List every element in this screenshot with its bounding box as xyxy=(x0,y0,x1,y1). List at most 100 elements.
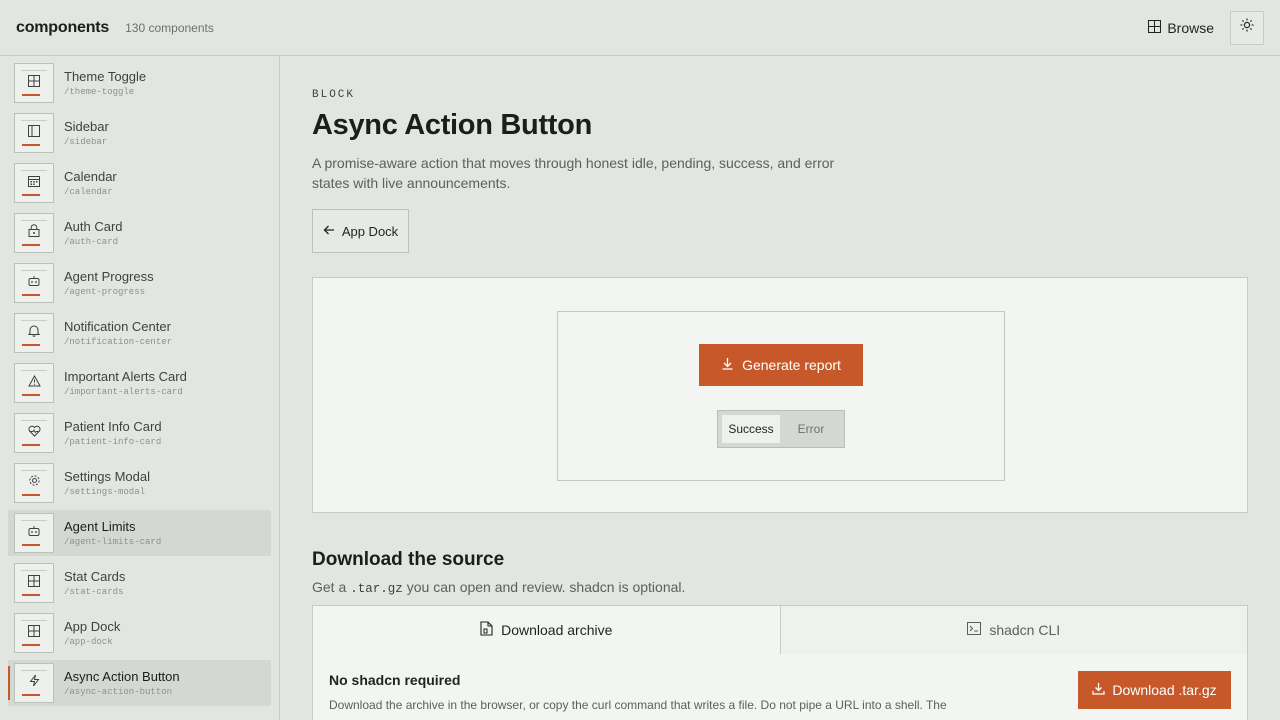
sidebar-item-slug: /agent-progress xyxy=(64,287,146,297)
terminal-icon xyxy=(967,622,982,638)
app-header: components 130 components Browse xyxy=(0,0,1280,56)
download-panel: No shadcn required Download the archive … xyxy=(312,654,1248,720)
download-tabs: Download archive shadcn CLI xyxy=(312,605,1248,655)
sidebar-item-thumbnail xyxy=(14,613,54,653)
sidebar-item-title: App Dock xyxy=(64,619,121,634)
sidebar-item-patient-info-card[interactable]: Patient Info Card/patient-info-card xyxy=(8,410,271,456)
sidebar-item-slug: /settings-modal xyxy=(64,487,146,497)
grid-icon xyxy=(28,74,40,92)
alert-triangle-icon xyxy=(27,374,41,392)
preview-canvas: Generate report Success Error xyxy=(312,277,1248,513)
download-tarball-label: Download .tar.gz xyxy=(1112,682,1217,698)
grid-icon xyxy=(28,624,40,642)
file-archive-icon xyxy=(480,621,493,639)
sidebar-item-title: Agent Limits xyxy=(64,519,136,534)
sidebar-item-slug: /notification-center xyxy=(64,337,173,347)
sidebar-item-slug: /patient-info-card xyxy=(64,437,162,447)
sidebar-item-thumbnail xyxy=(14,563,54,603)
theme-toggle-button[interactable] xyxy=(1230,10,1264,45)
tab-download-archive-label: Download archive xyxy=(501,622,613,638)
back-button[interactable]: App Dock xyxy=(312,209,409,253)
sidebar-item-thumbnail xyxy=(14,463,54,503)
tab-shadcn-cli-label: shadcn CLI xyxy=(989,622,1061,638)
sidebar-item-title: Calendar xyxy=(64,169,117,184)
sidebar-item-theme-toggle[interactable]: Theme Toggle/theme-toggle xyxy=(8,60,271,106)
sidebar-item-notification-center[interactable]: Notification Center/notification-center xyxy=(8,310,271,356)
grid-icon xyxy=(1148,19,1162,36)
sidebar-item-calendar[interactable]: Calendar/calendar xyxy=(8,160,271,206)
page-description: A promise-aware action that moves throug… xyxy=(312,155,835,191)
download-section-subtitle: Get a .tar.gz you can open and review. s… xyxy=(312,579,685,596)
sidebar-item-slug: /agent-limits-card xyxy=(64,537,162,547)
bot-icon xyxy=(28,524,40,542)
panel-left-icon xyxy=(28,124,40,142)
sidebar-item-slug: /important-alerts-card xyxy=(64,387,183,397)
subtitle-code: .tar.gz xyxy=(350,582,403,596)
sidebar-item-auth-card[interactable]: Auth Card/auth-card xyxy=(8,210,271,256)
preview-frame: Generate report Success Error xyxy=(557,311,1005,481)
page-eyebrow: BLOCK xyxy=(312,89,356,101)
sidebar-item-slug: /calendar xyxy=(64,187,113,197)
sidebar-item-thumbnail xyxy=(14,513,54,553)
sidebar-item-title: Agent Progress xyxy=(64,269,154,284)
heart-pulse-icon xyxy=(27,424,41,442)
sidebar-item-sidebar[interactable]: Sidebar/sidebar xyxy=(8,110,271,156)
sidebar-item-agent-limits-card[interactable]: Agent Limits/agent-limits-card xyxy=(8,510,271,556)
download-tarball-button[interactable]: Download .tar.gz xyxy=(1078,671,1231,709)
back-label: App Dock xyxy=(341,223,399,239)
tab-shadcn-cli[interactable]: shadcn CLI xyxy=(781,606,1248,654)
sidebar-item-slug: /auth-card xyxy=(64,237,119,247)
arrow-left-icon xyxy=(323,224,335,239)
outcome-segmented-control: Success Error xyxy=(717,410,845,448)
sidebar-item-title: Patient Info Card xyxy=(64,419,162,434)
sidebar-item-agent-progress[interactable]: Agent Progress/agent-progress xyxy=(8,260,271,306)
sidebar-item-slug: /theme-toggle xyxy=(64,87,135,97)
sidebar-item-title: Auth Card xyxy=(64,219,123,234)
sidebar-item-app-dock[interactable]: App Dock/app-dock xyxy=(8,610,271,656)
sidebar-item-thumbnail xyxy=(14,263,54,303)
bot-icon xyxy=(28,274,40,292)
generate-report-label: Generate report xyxy=(742,357,841,373)
grid-icon xyxy=(28,574,40,592)
sidebar-item-settings-modal[interactable]: Settings Modal/settings-modal xyxy=(8,460,271,506)
calendar-icon xyxy=(28,174,40,192)
tab-download-archive[interactable]: Download archive xyxy=(313,606,781,654)
sidebar-item-important-alerts-card[interactable]: Important Alerts Card/important-alerts-c… xyxy=(8,360,271,406)
sidebar-item-thumbnail xyxy=(14,63,54,103)
sidebar-item-stat-cards[interactable]: Stat Cards/stat-cards xyxy=(8,560,271,606)
generate-report-button[interactable]: Generate report xyxy=(699,344,863,386)
sidebar-item-thumbnail xyxy=(14,163,54,203)
sidebar: Theme Toggle/theme-toggle Sidebar/sidebar… xyxy=(0,56,280,720)
subtitle-prefix: Get a xyxy=(312,579,347,595)
sidebar-item-thumbnail xyxy=(14,113,54,153)
sun-icon xyxy=(1240,18,1254,37)
sidebar-item-slug: /async-action-button xyxy=(64,687,173,697)
browse-link[interactable]: Browse xyxy=(1148,19,1214,36)
sidebar-item-title: Settings Modal xyxy=(64,469,150,484)
download-section-title: Download the source xyxy=(312,549,505,570)
panel-text: Download the archive in the browser, or … xyxy=(329,698,947,712)
sidebar-item-async-action-button[interactable]: Async Action Button/async-action-button xyxy=(8,660,271,706)
lock-icon xyxy=(28,224,40,242)
sidebar-item-title: Important Alerts Card xyxy=(64,369,187,384)
sidebar-item-title: Async Action Button xyxy=(64,669,180,684)
sidebar-item-thumbnail xyxy=(14,413,54,453)
component-count: 130 components xyxy=(125,20,214,35)
sidebar-item-thumbnail xyxy=(14,363,54,403)
sidebar-item-slug: /sidebar xyxy=(64,137,108,147)
sidebar-item-thumbnail xyxy=(14,213,54,253)
sidebar-item-slug: /app-dock xyxy=(64,637,113,647)
sidebar-item-title: Theme Toggle xyxy=(64,69,147,84)
brand-name[interactable]: components xyxy=(16,19,109,37)
sidebar-item-title: Notification Center xyxy=(64,319,171,334)
sidebar-item-title: Sidebar xyxy=(64,119,109,134)
segment-success[interactable]: Success xyxy=(722,415,780,443)
zap-icon xyxy=(28,674,40,692)
bell-icon xyxy=(27,324,41,342)
download-icon xyxy=(721,357,734,373)
page-title: Async Action Button xyxy=(312,109,592,141)
download-icon xyxy=(1092,682,1105,698)
main-content: BLOCK Async Action Button A promise-awar… xyxy=(280,56,1280,720)
sidebar-item-thumbnail xyxy=(14,663,54,703)
segment-error[interactable]: Error xyxy=(782,415,840,443)
